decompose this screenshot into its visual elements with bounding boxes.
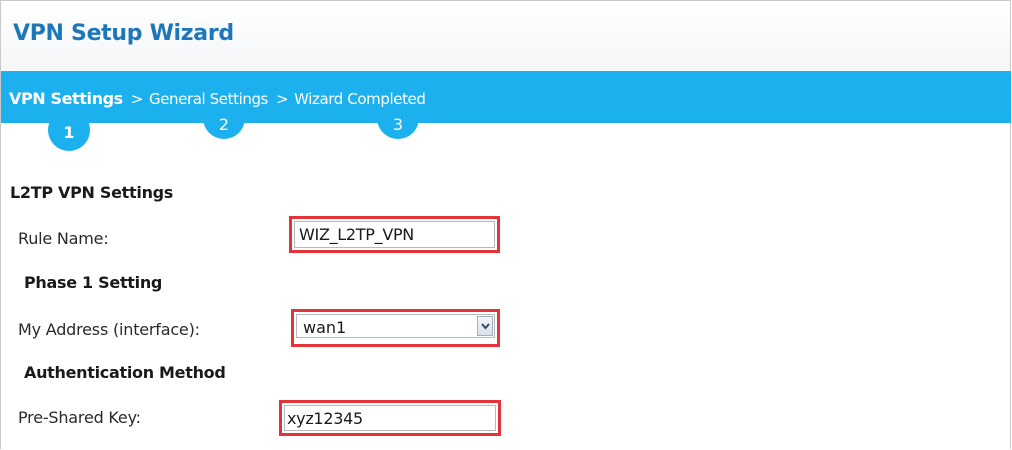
step-general-settings: General Settings bbox=[148, 90, 268, 108]
pre-shared-key-input[interactable] bbox=[284, 405, 496, 431]
step-2-number: 2 bbox=[218, 115, 230, 134]
step-3-number: 3 bbox=[392, 115, 404, 134]
rule-name-label: Rule Name: bbox=[18, 229, 109, 248]
step-wizard-completed: Wizard Completed bbox=[294, 90, 426, 108]
chevron-down-icon[interactable] bbox=[477, 316, 493, 336]
wizard-title: VPN Setup Wizard bbox=[13, 21, 234, 46]
authentication-title: Authentication Method bbox=[24, 363, 226, 382]
my-address-value: wan1 bbox=[303, 318, 347, 337]
section-title-l2tp: L2TP VPN Settings bbox=[10, 183, 174, 202]
my-address-select[interactable]: wan1 bbox=[296, 314, 495, 338]
step-1-marker: 1 bbox=[48, 109, 90, 151]
phase1-title: Phase 1 Setting bbox=[24, 273, 163, 292]
my-address-label: My Address (interface): bbox=[18, 320, 200, 339]
pre-shared-key-label: Pre-Shared Key: bbox=[18, 408, 141, 427]
step-1-number: 1 bbox=[63, 123, 75, 142]
title-bar: VPN Setup Wizard bbox=[1, 1, 1010, 70]
step-separator: > bbox=[130, 90, 144, 108]
step-vpn-settings: VPN Settings bbox=[9, 89, 123, 108]
wizard-steps: VPN Settings > General Settings > Wizard Com… bbox=[9, 89, 426, 108]
rule-name-input[interactable] bbox=[294, 221, 495, 248]
step-separator: > bbox=[275, 90, 289, 108]
